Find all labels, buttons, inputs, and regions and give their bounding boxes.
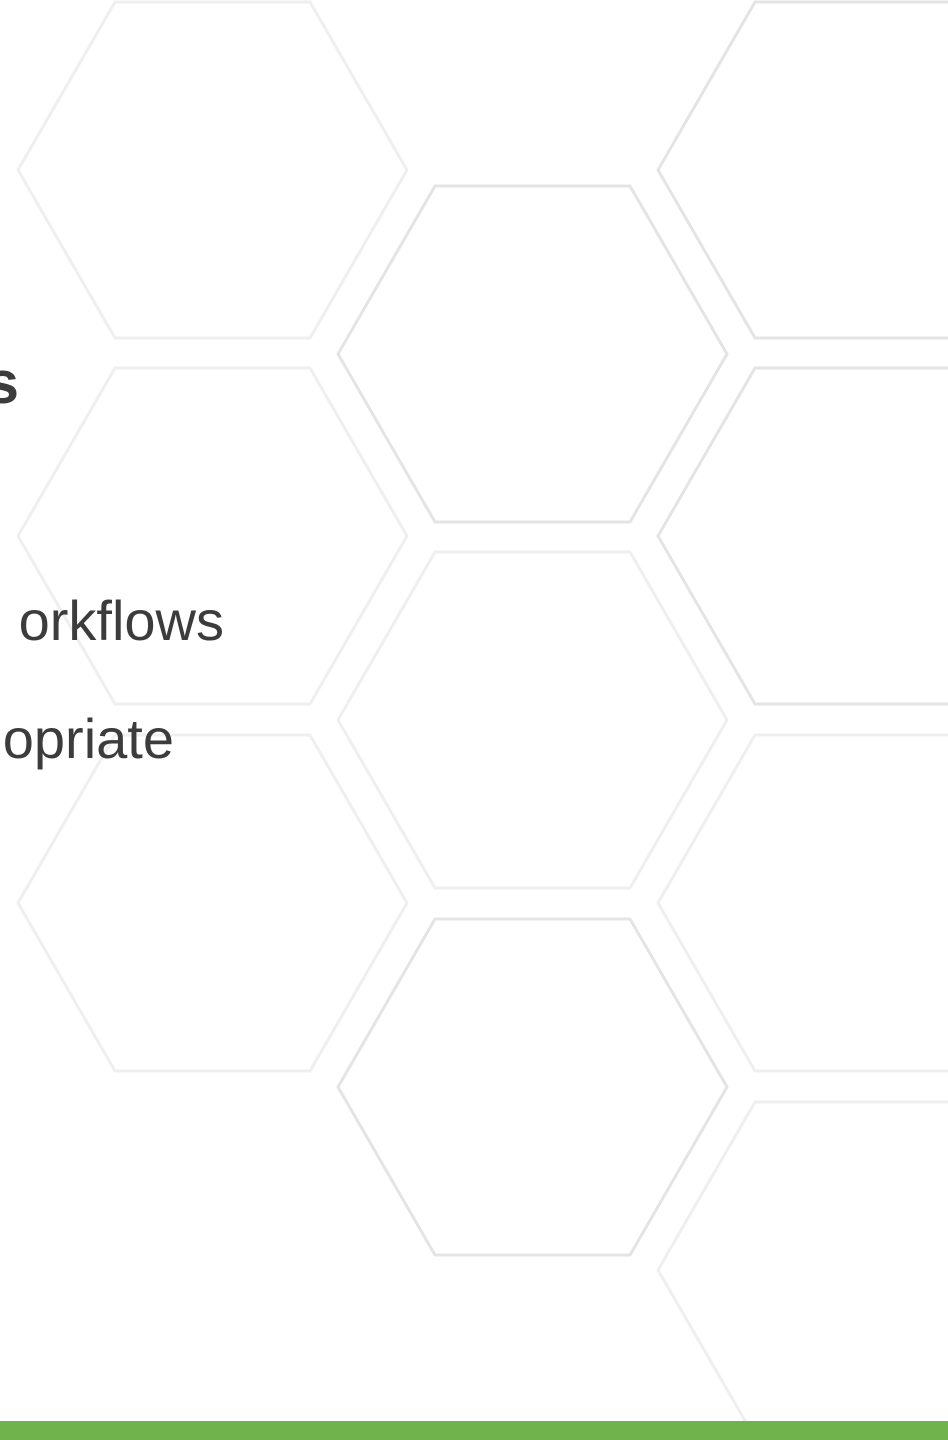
hexagon-outline xyxy=(16,0,409,340)
hexagon-outline xyxy=(16,733,409,1073)
hexagon-outline xyxy=(656,733,948,1073)
hexagon-outline xyxy=(336,184,729,524)
hexagon-outline xyxy=(16,366,409,706)
bullet-item: orkflows xyxy=(18,589,224,652)
slide-heading: s xyxy=(0,349,19,416)
hexagon-outline xyxy=(336,550,729,890)
hexagon-outline xyxy=(656,1100,948,1440)
hexagon-outline xyxy=(656,366,948,706)
footer-accent-bar xyxy=(0,1421,948,1440)
bullet-item: opriate xyxy=(2,707,174,770)
hexagon-outline xyxy=(336,917,729,1257)
hexagon-outline xyxy=(656,0,948,340)
